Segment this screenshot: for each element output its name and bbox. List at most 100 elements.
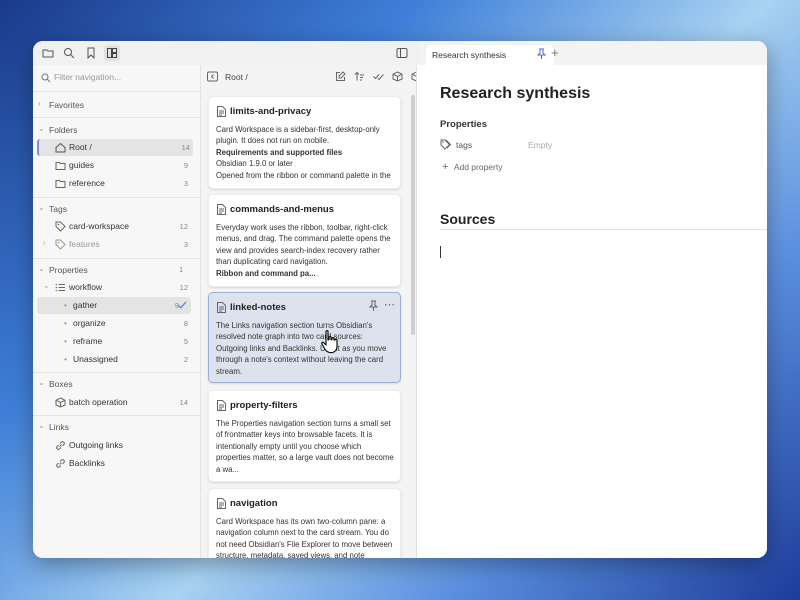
card-navigation[interactable]: navigation Card Workspace has its own tw… <box>208 488 401 558</box>
sidebar-toolbar <box>33 41 418 66</box>
card-heading: Requirements and supported files <box>216 147 343 157</box>
section-label: Tags <box>49 204 67 214</box>
divider <box>33 258 200 259</box>
card-workspace-icon[interactable] <box>104 45 120 61</box>
folder-count: 9 <box>183 161 188 170</box>
chevron-right-icon: › <box>38 99 41 108</box>
property-value-organize[interactable]: • organize 8 <box>37 315 191 332</box>
chevron-down-icon: ⌄ <box>38 203 45 212</box>
folder-item-root[interactable]: Root / 14 <box>37 139 193 156</box>
tag-icon <box>55 221 66 232</box>
divider <box>33 117 200 118</box>
divider <box>33 91 200 92</box>
chevron-right-icon[interactable]: › <box>43 238 46 247</box>
card-commands-and-menus[interactable]: commands-and-menus Everyday work uses th… <box>208 194 401 287</box>
link-item-outgoing[interactable]: Outgoing links <box>37 437 191 454</box>
note-editor[interactable]: Research synthesis Properties tags Empty… <box>417 65 767 558</box>
folder-count: 3 <box>183 179 188 188</box>
list-icon <box>55 282 66 293</box>
check-icon <box>177 299 188 310</box>
section-label: Favorites <box>49 100 84 110</box>
divider <box>33 197 200 198</box>
chevron-down-icon: ⌄ <box>38 124 45 133</box>
search-input[interactable]: Filter navigation... <box>54 72 121 82</box>
folder-label: reference <box>69 178 105 188</box>
bookmark-icon[interactable] <box>83 45 99 61</box>
tab-title: Research synthesis <box>432 50 507 60</box>
note-title[interactable]: Research synthesis <box>440 85 590 103</box>
card-title: linked-notes <box>230 302 286 313</box>
search-icon <box>41 72 51 86</box>
card-text: Everyday work uses the ribbon, toolbar, … <box>216 223 391 267</box>
folder-count: 14 <box>181 143 190 152</box>
card-title: commands-and-menus <box>230 204 334 215</box>
tab-research-synthesis[interactable]: Research synthesis <box>426 45 554 65</box>
card-text: Card Workspace is a sidebar-first, deskt… <box>216 125 380 146</box>
card-text: The Links navigation section turns Obsid… <box>216 321 387 376</box>
folder-item-guides[interactable]: guides 9 <box>37 157 191 174</box>
search-icon[interactable] <box>61 45 77 61</box>
sort-icon[interactable] <box>354 71 366 83</box>
property-count: 12 <box>179 283 188 292</box>
new-tab-button[interactable]: + <box>551 46 559 59</box>
property-item-workflow[interactable]: ⌄ workflow 12 <box>37 279 191 296</box>
divider <box>33 372 200 373</box>
section-count: 1 <box>179 265 184 274</box>
card-body: The Links navigation section turns Obsid… <box>216 320 396 377</box>
chevron-down-icon[interactable]: ⌄ <box>43 281 50 290</box>
tag-icon <box>55 239 66 250</box>
breadcrumb[interactable]: Root / <box>225 72 248 82</box>
value-label: reframe <box>73 336 103 346</box>
pin-icon[interactable] <box>368 300 379 314</box>
navigation-filter[interactable]: Filter navigation... <box>41 71 191 85</box>
value-count: 2 <box>183 355 188 364</box>
tag-item-features[interactable]: › features 3 <box>37 236 191 253</box>
card-property-filters[interactable]: property-filters The Properties navigati… <box>208 390 401 482</box>
tag-item-card-workspace[interactable]: card-workspace 12 <box>37 218 191 235</box>
bullet: • <box>64 318 67 328</box>
collapse-navigation-icon[interactable] <box>207 71 219 83</box>
value-label: gather <box>73 300 98 310</box>
folder-label: Root / <box>69 142 92 152</box>
app-window: Research synthesis + Filter navigation..… <box>33 41 767 558</box>
hand-cursor-icon <box>319 329 341 355</box>
toggle-sidebar-icon[interactable] <box>394 45 410 61</box>
link-item-backlinks[interactable]: Backlinks <box>37 455 191 472</box>
more-options-icon[interactable]: ⋯ <box>384 298 395 311</box>
folder-icon <box>55 160 66 171</box>
property-value-gather[interactable]: • gather 9 <box>37 297 191 314</box>
pin-icon[interactable] <box>536 48 547 61</box>
card-heading: Ribbon and command pa... <box>216 268 316 278</box>
box-icon[interactable] <box>392 71 404 83</box>
new-note-icon[interactable] <box>335 71 347 83</box>
select-multiple-icon[interactable] <box>373 71 385 83</box>
tag-count: 3 <box>183 240 188 249</box>
card-body: Card Workspace is a sidebar-first, deskt… <box>216 124 396 181</box>
chevron-down-icon: ⌄ <box>38 378 45 387</box>
property-row-tags[interactable]: tags Empty <box>440 138 760 152</box>
property-value[interactable]: Empty <box>528 140 552 150</box>
card-linked-notes[interactable]: linked-notes ⋯ The Links navigation sect… <box>208 292 401 383</box>
property-value-reframe[interactable]: • reframe 5 <box>37 333 191 350</box>
folder-item-reference[interactable]: reference 3 <box>37 175 191 192</box>
add-property-label: Add property <box>453 162 503 172</box>
link-label: Backlinks <box>69 458 105 468</box>
box-label: batch operation <box>69 397 128 407</box>
card-body: The Properties navigation section turns … <box>216 418 396 475</box>
scrollbar[interactable] <box>411 95 415 335</box>
tag-label: card-workspace <box>69 221 129 231</box>
section-heading[interactable]: Sources <box>440 211 495 227</box>
card-limits-and-privacy[interactable]: limits-and-privacy Card Workspace is a s… <box>208 96 401 189</box>
folder-icon[interactable] <box>40 45 56 61</box>
value-count: 8 <box>183 319 188 328</box>
property-value-unassigned[interactable]: • Unassigned 2 <box>37 351 191 368</box>
folder-label: guides <box>69 160 95 170</box>
folder-icon <box>55 178 66 189</box>
box-item-batch-operation[interactable]: batch operation 14 <box>37 394 191 411</box>
card-title: navigation <box>230 498 278 509</box>
card-body: Everyday work uses the ribbon, toolbar, … <box>216 222 396 279</box>
document-icon <box>217 498 226 509</box>
section-label: Links <box>49 422 69 432</box>
property-key[interactable]: tags <box>456 140 472 150</box>
add-property-button[interactable]: + Add property <box>442 161 502 173</box>
